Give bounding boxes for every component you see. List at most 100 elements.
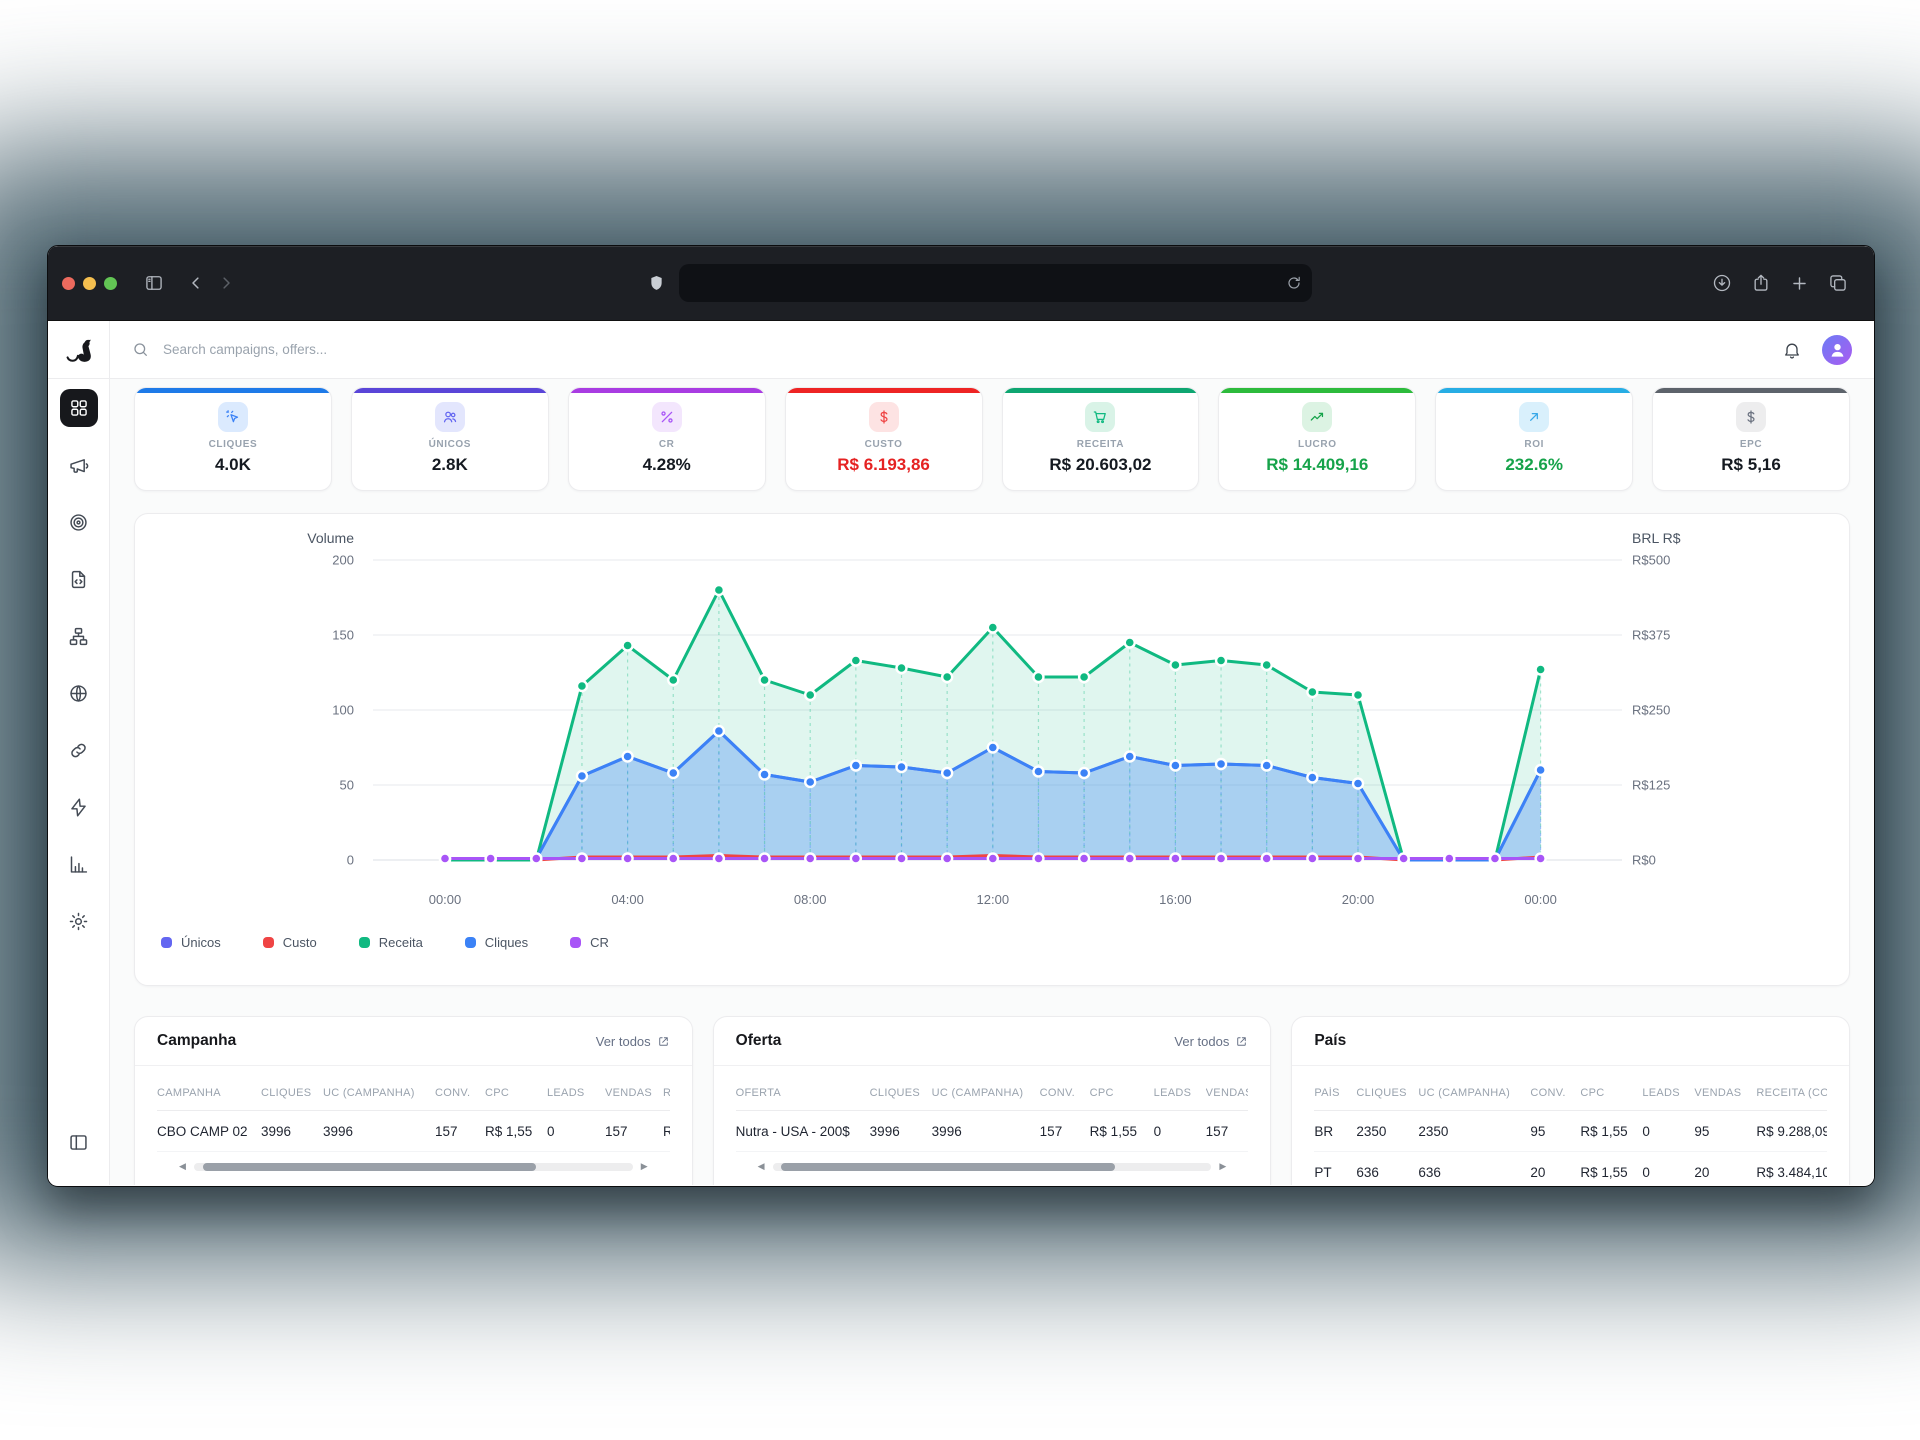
- kpi-label: CR: [659, 439, 675, 450]
- shield-icon[interactable]: [641, 268, 671, 298]
- table-cell: R$ 1,55: [1580, 1165, 1642, 1180]
- table-card-país: País PAÍSCLIQUESUC (CAMPANHA)CONV.CPCLEA…: [1291, 1016, 1850, 1185]
- new-tab-button[interactable]: [1790, 274, 1809, 293]
- svg-text:16:00: 16:00: [1159, 892, 1192, 907]
- search-icon: [132, 341, 149, 358]
- sidebar-item-automations[interactable]: [60, 788, 98, 826]
- close-button[interactable]: [62, 277, 75, 290]
- table-cell: 2350: [1418, 1124, 1530, 1139]
- sidebar-item-landing-pages[interactable]: [60, 560, 98, 598]
- table-cell: 157: [435, 1124, 485, 1139]
- table-header-row: PAÍSCLIQUESUC (CAMPANHA)CONV.CPCLEADSVEN…: [1314, 1076, 1827, 1111]
- app-logo[interactable]: [48, 321, 110, 379]
- avatar[interactable]: [1822, 335, 1852, 365]
- sidebar-nav: [48, 379, 110, 1185]
- column-header: R: [663, 1087, 670, 1099]
- scrollbar-track[interactable]: [773, 1163, 1212, 1171]
- column-header: UC (CAMPANHA): [323, 1087, 435, 1099]
- kpi-value: R$ 14.409,16: [1266, 455, 1368, 475]
- sidebar-item-offers[interactable]: [60, 503, 98, 541]
- sidebar-item-reports[interactable]: [60, 845, 98, 883]
- scrollbar-thumb[interactable]: [781, 1163, 1115, 1171]
- downloads-button[interactable]: [1712, 273, 1732, 293]
- bell-icon[interactable]: [1782, 340, 1802, 360]
- share-button[interactable]: [1751, 273, 1771, 293]
- column-header: CONV.: [1530, 1087, 1580, 1099]
- app-header: [110, 321, 1874, 379]
- sidebar-item-campaigns[interactable]: [60, 446, 98, 484]
- sidebar-item-dashboard[interactable]: [60, 389, 98, 427]
- url-bar[interactable]: [679, 264, 1312, 302]
- kpi-icon-chip: [652, 402, 682, 432]
- legend-item-custo[interactable]: Custo: [263, 935, 317, 950]
- scroll-right-arrow[interactable]: ▶: [641, 1162, 648, 1171]
- external-link-icon: [1235, 1035, 1248, 1048]
- table-cell: 157: [605, 1124, 663, 1139]
- column-header: LEADS: [547, 1087, 605, 1099]
- svg-text:R$500: R$500: [1632, 553, 1670, 568]
- legend-item-cr[interactable]: CR: [570, 935, 609, 950]
- sidebar-toggle-button[interactable]: [139, 268, 169, 298]
- table-cell: 3996: [870, 1124, 932, 1139]
- horizontal-scrollbar[interactable]: ◀ ▶: [758, 1162, 1227, 1171]
- column-header: VENDAS: [605, 1087, 663, 1099]
- sidebar-item-flows[interactable]: [60, 617, 98, 655]
- sidebar-item-links[interactable]: [60, 731, 98, 769]
- user-icon: [1828, 340, 1847, 359]
- chevron-left-icon: [187, 274, 205, 292]
- scroll-left-arrow[interactable]: ◀: [179, 1162, 186, 1171]
- kpi-accent-bar: [135, 388, 331, 393]
- browser-toolbar: [48, 246, 1874, 321]
- scroll-left-arrow[interactable]: ◀: [758, 1162, 765, 1171]
- minimize-button[interactable]: [83, 277, 96, 290]
- kpi-value: 4.28%: [643, 455, 691, 475]
- table-cell: 95: [1694, 1124, 1756, 1139]
- legend-item-únicos[interactable]: Únicos: [161, 935, 221, 950]
- svg-text:200: 200: [332, 553, 354, 568]
- forward-button[interactable]: [211, 268, 241, 298]
- sidebar-item-collapse[interactable]: [60, 1123, 98, 1161]
- kpi-card-epc: EPC R$ 5,16: [1652, 387, 1850, 491]
- tab-overview-button[interactable]: [1828, 273, 1848, 293]
- svg-text:12:00: 12:00: [977, 892, 1010, 907]
- kpi-accent-bar: [352, 388, 548, 393]
- panel-left-icon: [68, 1132, 89, 1153]
- table-cell: 20: [1694, 1165, 1756, 1180]
- scroll-right-arrow[interactable]: ▶: [1219, 1162, 1226, 1171]
- legend-item-cliques[interactable]: Cliques: [465, 935, 528, 950]
- sidebar-item-settings[interactable]: [60, 902, 98, 940]
- kpi-card-custo: CUSTO R$ 6.193,86: [785, 387, 983, 491]
- sidebar-item-domains[interactable]: [60, 674, 98, 712]
- legend-label: Únicos: [181, 935, 221, 950]
- toolbar-right-icons: [1712, 273, 1848, 293]
- reload-icon[interactable]: [1286, 275, 1302, 291]
- ver-todos-link[interactable]: Ver todos: [1174, 1034, 1248, 1049]
- horizontal-scrollbar[interactable]: ◀ ▶: [179, 1162, 648, 1171]
- scrollbar-track[interactable]: [194, 1163, 633, 1171]
- legend-swatch: [465, 937, 476, 948]
- back-button[interactable]: [181, 268, 211, 298]
- table-cell: 3996: [261, 1124, 323, 1139]
- table-card-header: País: [1292, 1017, 1849, 1066]
- table-cell: 636: [1418, 1165, 1530, 1180]
- scrollbar-thumb[interactable]: [203, 1163, 537, 1171]
- table-title: Campanha: [157, 1032, 236, 1050]
- legend-swatch: [359, 937, 370, 948]
- table-cell: R$ 9.288,09: [1756, 1124, 1827, 1139]
- trend-up-icon: [1309, 409, 1325, 425]
- svg-text:R$375: R$375: [1632, 628, 1670, 643]
- kpi-card-únicos: ÚNICOS 2.8K: [351, 387, 549, 491]
- kpi-value: 4.0K: [215, 455, 251, 475]
- legend-item-receita[interactable]: Receita: [359, 935, 423, 950]
- ver-todos-link[interactable]: Ver todos: [596, 1034, 670, 1049]
- column-header: CLIQUES: [1356, 1087, 1418, 1099]
- search-input[interactable]: [161, 341, 685, 358]
- zoom-button[interactable]: [104, 277, 117, 290]
- table-cell: R$ 1,55: [1580, 1124, 1642, 1139]
- table-cell: R$ 1,55: [485, 1124, 547, 1139]
- app-root: CLIQUES 4.0K ÚNICOS 2.8K CR 4.28% CUSTO …: [48, 321, 1874, 1185]
- traffic-chart: 0R$050R$125100R$250150R$375200R$500Volum…: [135, 514, 1851, 916]
- zap-icon: [68, 797, 89, 818]
- summary-tables-row: Campanha Ver todos CAMPANHACLIQUESUC (CA…: [134, 1016, 1850, 1185]
- dashboard-grid-icon: [69, 398, 89, 418]
